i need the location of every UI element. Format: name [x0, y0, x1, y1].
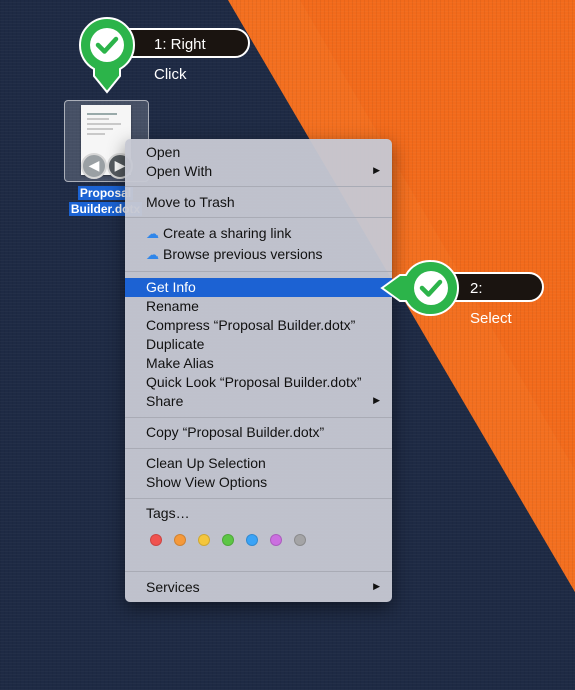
menu-item-copy[interactable]: Copy “Proposal Builder.dotx” [125, 423, 392, 442]
cloud-icon: ☁ [146, 248, 159, 263]
menu-item-quick-look[interactable]: Quick Look “Proposal Builder.dotx” [125, 373, 392, 392]
tag-yellow[interactable] [198, 534, 210, 546]
menu-item-label: Clean Up Selection [146, 455, 266, 471]
menu-item-browse-previous-versions[interactable]: ☁ Browse previous versions [125, 245, 392, 264]
menu-item-label: Show View Options [146, 474, 268, 490]
menu-separator [125, 186, 392, 187]
chevron-left-icon: ◀ [81, 153, 107, 179]
menu-item-label: Quick Look “Proposal Builder.dotx” [146, 374, 362, 390]
submenu-arrow-icon: ▶ [373, 166, 380, 176]
menu-item-label: Services [146, 579, 200, 595]
menu-item-duplicate[interactable]: Duplicate [125, 335, 392, 354]
menu-item-tags[interactable]: Tags… [125, 504, 392, 523]
menu-item-show-view-options[interactable]: Show View Options [125, 473, 392, 492]
menu-item-open[interactable]: Open [125, 143, 392, 162]
callout-step1-badge [78, 16, 136, 94]
menu-separator [125, 571, 392, 572]
menu-item-share[interactable]: Share ▶ [125, 392, 392, 411]
menu-item-move-to-trash[interactable]: Move to Trash [125, 193, 392, 212]
menu-separator [125, 498, 392, 499]
menu-item-label: Make Alias [146, 355, 214, 371]
menu-item-open-with[interactable]: Open With ▶ [125, 162, 392, 181]
context-menu: Open Open With ▶ Move to Trash ☁ Create a … [125, 139, 392, 602]
tag-orange[interactable] [174, 534, 186, 546]
tag-purple[interactable] [270, 534, 282, 546]
menu-item-label: Share [146, 393, 184, 409]
tag-gray[interactable] [294, 534, 306, 546]
menu-separator [125, 217, 392, 218]
menu-separator [125, 448, 392, 449]
menu-item-compress[interactable]: Compress “Proposal Builder.dotx” [125, 316, 392, 335]
menu-separator [125, 271, 392, 272]
menu-item-label: Browse previous versions [163, 246, 323, 262]
submenu-arrow-icon: ▶ [373, 396, 380, 406]
tag-green[interactable] [222, 534, 234, 546]
menu-item-get-info[interactable]: Get Info [125, 278, 392, 297]
menu-item-label: Rename [146, 298, 199, 314]
menu-item-label: Open With [146, 163, 213, 179]
tag-blue[interactable] [246, 534, 258, 546]
menu-item-label: Open [146, 144, 181, 160]
menu-item-make-alias[interactable]: Make Alias [125, 354, 392, 373]
callout-step2-badge [380, 259, 460, 317]
submenu-arrow-icon: ▶ [373, 582, 380, 592]
menu-item-services[interactable]: Services ▶ [125, 578, 392, 597]
menu-item-label: Copy “Proposal Builder.dotx” [146, 424, 325, 440]
menu-item-label: Compress “Proposal Builder.dotx” [146, 317, 356, 333]
menu-item-rename[interactable]: Rename [125, 297, 392, 316]
tag-red[interactable] [150, 534, 162, 546]
menu-item-clean-up-selection[interactable]: Clean Up Selection [125, 454, 392, 473]
menu-item-label: Get Info [146, 279, 196, 295]
menu-item-create-sharing-link[interactable]: ☁ Create a sharing link [125, 224, 392, 243]
cloud-icon: ☁ [146, 227, 159, 242]
menu-separator [125, 417, 392, 418]
menu-item-label: Create a sharing link [163, 225, 292, 241]
menu-item-label: Move to Trash [146, 194, 235, 210]
menu-item-label: Tags… [146, 505, 190, 521]
menu-item-label: Duplicate [146, 336, 205, 352]
